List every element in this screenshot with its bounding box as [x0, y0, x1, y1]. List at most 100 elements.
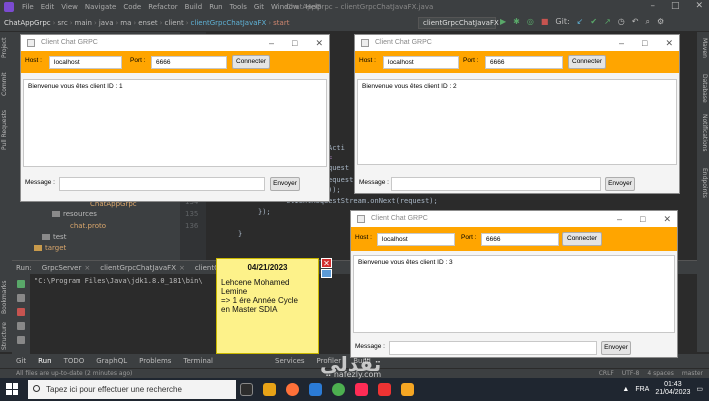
- host-input[interactable]: localhost: [377, 233, 455, 246]
- breadcrumb-item[interactable]: main: [75, 19, 93, 27]
- close-icon[interactable]: ✕: [315, 35, 323, 51]
- rollback-icon[interactable]: ↶: [632, 17, 639, 27]
- host-input[interactable]: localhost: [383, 56, 459, 69]
- git-branch[interactable]: master: [682, 370, 703, 377]
- maximize-icon[interactable]: □: [292, 35, 297, 51]
- tool-tab-services[interactable]: Services: [275, 357, 305, 365]
- language-indicator[interactable]: FRA: [635, 386, 649, 393]
- breadcrumb-item[interactable]: enset: [138, 19, 157, 27]
- line-separator[interactable]: CRLF: [599, 370, 614, 377]
- menu-run[interactable]: Run: [209, 3, 222, 11]
- menu-refactor[interactable]: Refactor: [148, 3, 177, 11]
- camera-icon[interactable]: [17, 336, 25, 344]
- sticky-note[interactable]: 04/21/2023 Lehcene Mohamed Lemine => 1 é…: [216, 258, 319, 354]
- send-button[interactable]: Envoyer: [601, 341, 631, 355]
- maximize-icon[interactable]: □: [671, 1, 680, 11]
- host-input[interactable]: localhost: [49, 56, 122, 69]
- git-update-icon[interactable]: ↙: [577, 17, 584, 27]
- menu-file[interactable]: File: [22, 3, 34, 11]
- breadcrumb-item[interactable]: java: [99, 19, 114, 27]
- close-icon[interactable]: ✕: [663, 211, 671, 227]
- menu-view[interactable]: View: [61, 3, 78, 11]
- messages-list[interactable]: Bienvenue vous êtes client ID : 2: [357, 79, 677, 165]
- port-input[interactable]: 6666: [151, 56, 227, 69]
- indent[interactable]: 4 spaces: [647, 370, 673, 377]
- breadcrumb-item[interactable]: start: [273, 19, 289, 27]
- tool-tab-run[interactable]: Run: [38, 357, 51, 365]
- maximize-icon[interactable]: □: [642, 35, 647, 51]
- tool-project[interactable]: Project: [1, 37, 8, 58]
- debug-icon[interactable]: ✱: [513, 17, 520, 27]
- git-commit-icon[interactable]: ✔: [590, 17, 597, 27]
- send-button[interactable]: Envoyer: [605, 177, 635, 191]
- tree-item[interactable]: target: [34, 244, 66, 252]
- tool-tab-git[interactable]: Git: [16, 357, 26, 365]
- maximize-icon[interactable]: □: [640, 211, 645, 227]
- tree-item[interactable]: chat.proto: [70, 222, 106, 230]
- tool-tab-todo[interactable]: TODO: [64, 357, 85, 365]
- minimize-icon[interactable]: –: [269, 35, 274, 51]
- java-icon[interactable]: [401, 383, 414, 396]
- edge-icon[interactable]: [309, 383, 322, 396]
- breadcrumb-item[interactable]: ChatAppGrpc: [4, 19, 51, 27]
- messages-list[interactable]: Bienvenue vous êtes client ID : 1: [23, 79, 327, 167]
- git-push-icon[interactable]: ↗: [604, 17, 611, 27]
- tool-structure[interactable]: Structure: [1, 322, 8, 350]
- tool-notifications[interactable]: Notifications: [701, 114, 708, 152]
- close-icon[interactable]: ✕: [695, 1, 703, 11]
- clock[interactable]: 01:43 21/04/2023: [655, 381, 690, 397]
- intellij-taskbar-icon[interactable]: [355, 383, 368, 396]
- tool-maven[interactable]: Maven: [701, 38, 708, 58]
- messages-list[interactable]: Bienvenue vous êtes client ID : 3: [353, 255, 675, 333]
- close-tab-icon[interactable]: ×: [84, 264, 90, 272]
- breadcrumb-item[interactable]: client: [164, 19, 183, 27]
- search-icon[interactable]: ⌕: [645, 17, 649, 27]
- tool-tab-terminal[interactable]: Terminal: [183, 357, 213, 365]
- history-icon[interactable]: ◷: [618, 17, 625, 27]
- windows-start-icon[interactable]: [6, 383, 18, 395]
- restore-layout-icon[interactable]: [17, 322, 25, 330]
- encoding[interactable]: UTF-8: [622, 370, 640, 377]
- run-config-selector[interactable]: clientGrpcChatJavaFX: [418, 17, 499, 29]
- tree-item[interactable]: test: [42, 233, 66, 241]
- port-input[interactable]: 6666: [481, 233, 559, 246]
- close-tab-icon[interactable]: ×: [179, 264, 185, 272]
- tool-bookmarks[interactable]: Bookmarks: [1, 280, 8, 314]
- menu-build[interactable]: Build: [185, 3, 203, 11]
- tool-commit[interactable]: Commit: [1, 72, 8, 96]
- send-button[interactable]: Envoyer: [270, 177, 300, 191]
- connect-button[interactable]: Connecter: [232, 55, 270, 69]
- minimize-icon[interactable]: –: [617, 211, 622, 227]
- taskbar-search-input[interactable]: Tapez ici pour effectuer une recherche: [28, 380, 236, 399]
- menu-edit[interactable]: Edit: [41, 3, 55, 11]
- tree-item[interactable]: resources: [52, 210, 97, 218]
- menu-git[interactable]: Git: [254, 3, 264, 11]
- connect-button[interactable]: Connecter: [562, 232, 602, 246]
- coverage-icon[interactable]: ◎: [527, 17, 534, 27]
- chrome-icon[interactable]: [332, 383, 345, 396]
- tool-pull-requests[interactable]: Pull Requests: [1, 110, 8, 150]
- notifications-icon[interactable]: ▭: [696, 385, 703, 393]
- menu-navigate[interactable]: Navigate: [85, 3, 116, 11]
- connect-button[interactable]: Connecter: [568, 55, 606, 69]
- task-view-icon[interactable]: [240, 383, 253, 396]
- network-icon[interactable]: ▲: [622, 386, 629, 393]
- app-icon[interactable]: [378, 383, 391, 396]
- firefox-icon[interactable]: [286, 383, 299, 396]
- run-tab-client-1[interactable]: clientGrpcChatJavaFX ×: [100, 264, 185, 272]
- minimize-icon[interactable]: –: [619, 35, 624, 51]
- stop-icon[interactable]: [17, 308, 25, 316]
- wrench-icon[interactable]: [17, 294, 25, 302]
- message-input[interactable]: [59, 177, 265, 191]
- tool-endpoints[interactable]: Endpoints: [701, 168, 708, 198]
- file-explorer-icon[interactable]: [263, 383, 276, 396]
- run-icon[interactable]: ▶: [500, 17, 506, 27]
- run-tab-grpcserver[interactable]: GrpcServer ×: [42, 264, 90, 272]
- breadcrumb-item[interactable]: clientGrpcChatJavaFX: [191, 19, 267, 27]
- settings-icon[interactable]: ⚙: [657, 17, 664, 27]
- breadcrumb-item[interactable]: ma: [120, 19, 131, 27]
- rerun-icon[interactable]: [17, 280, 25, 288]
- note-options-icon[interactable]: [321, 269, 332, 278]
- breadcrumb-item[interactable]: src: [57, 19, 67, 27]
- message-input[interactable]: [391, 177, 601, 191]
